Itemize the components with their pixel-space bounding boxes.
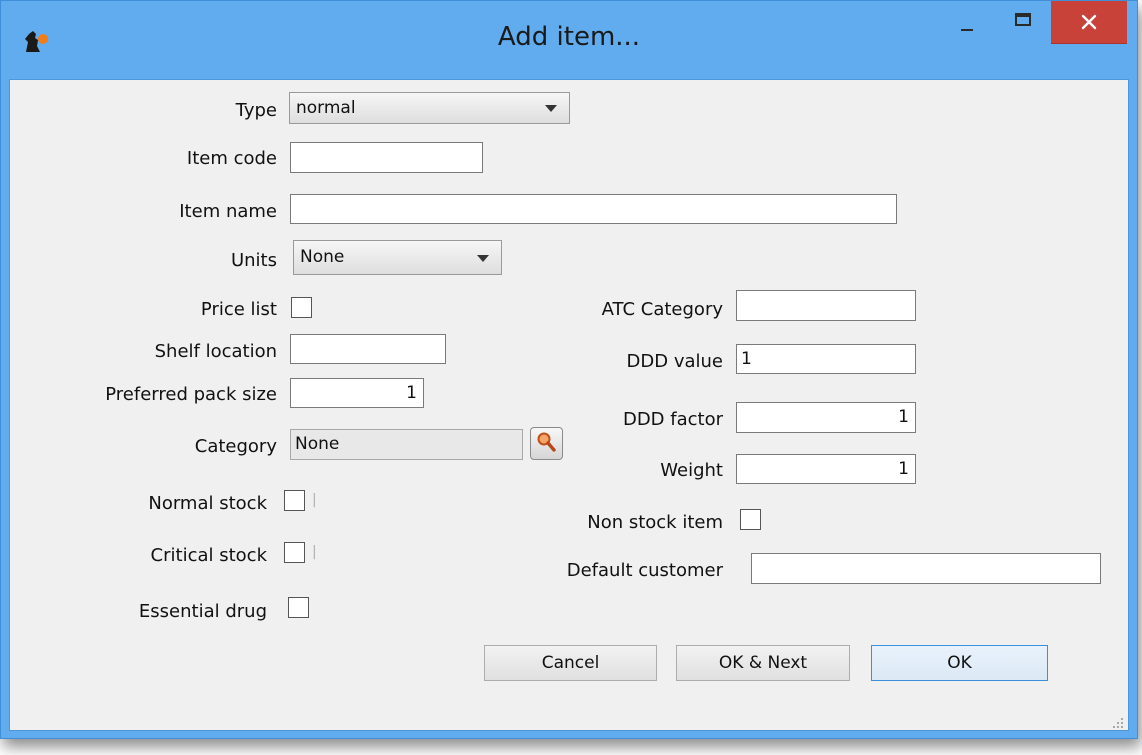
item-name-field[interactable] [290,194,897,224]
weight-field[interactable]: 1 [736,454,916,484]
item-name-label: Item name [179,201,277,222]
add-item-dialog: Add item... Type normal Item code Item n… [0,0,1138,739]
normal-stock-label: Normal stock [148,493,267,514]
category-lookup-button[interactable] [530,427,563,460]
ok-next-button[interactable]: OK & Next [676,645,850,681]
shelf-location-label: Shelf location [154,341,277,362]
chevron-down-icon [545,105,557,112]
ddd-factor-field[interactable]: 1 [736,402,916,433]
preferred-pack-size-label: Preferred pack size [105,384,277,405]
non-stock-item-label: Non stock item [587,512,723,533]
critical-stock-label: Critical stock [150,545,267,566]
units-label: Units [230,250,277,271]
title-bar[interactable]: Add item... [1,1,1137,79]
ddd-value-label: DDD value [626,351,723,372]
item-code-label: Item code [186,148,277,169]
weight-label: Weight [660,460,723,481]
ddd-factor-label: DDD factor [622,409,723,430]
maximize-button[interactable] [995,1,1051,43]
category-field: None [290,429,523,460]
non-stock-item-checkbox[interactable] [740,509,761,530]
minimize-icon [939,28,995,47]
minimize-button[interactable] [939,1,995,43]
units-select[interactable]: None [293,240,502,275]
atc-category-label: ATC Category [601,299,723,320]
atc-category-field[interactable] [736,290,916,321]
essential-drug-checkbox[interactable] [288,597,309,618]
units-value: None [300,247,345,267]
normal-stock-checkbox[interactable] [284,490,305,511]
shelf-location-field[interactable] [290,334,446,364]
truncated-mark: | [312,492,316,508]
category-label: Category [194,436,277,457]
chevron-down-icon [477,255,489,262]
maximize-icon [995,13,1051,47]
truncated-mark: | [312,544,316,560]
critical-stock-checkbox[interactable] [284,542,305,563]
type-value: normal [296,98,356,118]
type-label: Type [235,100,277,121]
preferred-pack-size-field[interactable]: 1 [290,378,424,408]
item-code-field[interactable] [290,142,483,173]
ddd-value-field[interactable]: 1 [736,344,916,374]
default-customer-field[interactable] [751,553,1101,584]
essential-drug-label: Essential drug [138,601,267,622]
search-icon [531,432,562,463]
price-list-label: Price list [200,299,277,320]
form-area: Type normal Item code Item name Units No… [9,79,1129,731]
close-icon [1051,14,1127,47]
resize-grip-icon[interactable] [1112,714,1124,728]
close-button[interactable] [1051,1,1127,44]
price-list-checkbox[interactable] [291,297,312,318]
default-customer-label: Default customer [566,560,723,581]
ok-button[interactable]: OK [871,645,1048,681]
type-select[interactable]: normal [289,92,570,124]
cancel-button[interactable]: Cancel [484,645,657,681]
